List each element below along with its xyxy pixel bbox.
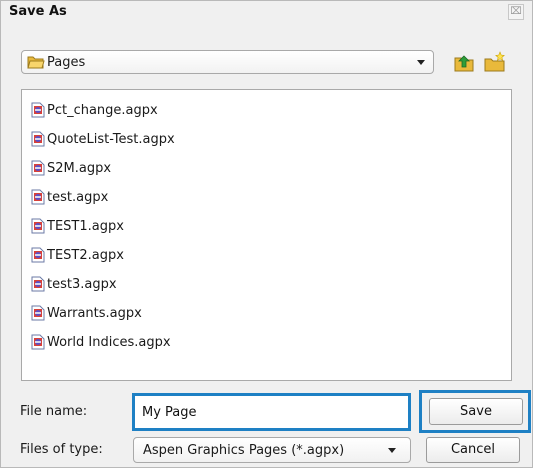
- page-file-icon: [31, 102, 45, 118]
- file-list-item[interactable]: QuoteList-Test.agpx: [31, 129, 175, 149]
- page-file-icon: [31, 160, 45, 176]
- file-list[interactable]: Pct_change.agpx QuoteList-Test.agpx S2M.ag…: [21, 89, 512, 381]
- page-file-icon: [31, 189, 45, 205]
- page-file-icon: [31, 276, 45, 292]
- page-file-icon: [31, 218, 45, 234]
- page-file-icon: [31, 247, 45, 263]
- file-list-item[interactable]: Warrants.agpx: [31, 303, 142, 323]
- title-bar: Save As ⌧: [1, 1, 532, 23]
- page-file-icon: [31, 305, 45, 321]
- file-name-text: TEST2.agpx: [47, 247, 124, 263]
- folder-up-icon[interactable]: [454, 53, 474, 73]
- file-type-selected: Aspen Graphics Pages (*.agpx): [143, 443, 345, 458]
- open-folder-icon: [27, 56, 45, 69]
- location-dropdown[interactable]: Pages: [21, 50, 434, 74]
- file-list-item[interactable]: test.agpx: [31, 187, 108, 207]
- file-name-text: test.agpx: [47, 189, 109, 205]
- chevron-down-icon: [417, 60, 425, 65]
- file-name-text: World Indices.agpx: [47, 334, 171, 350]
- file-name-input[interactable]: [132, 393, 411, 431]
- file-type-label: Files of type:: [20, 442, 103, 457]
- file-name-text: QuoteList-Test.agpx: [47, 131, 175, 147]
- chevron-down-icon: [388, 448, 396, 453]
- save-as-dialog: Save As ⌧ Pages Pct_change.agpx QuoteList…: [0, 0, 533, 468]
- dialog-title: Save As: [9, 4, 67, 19]
- page-file-icon: [31, 334, 45, 350]
- close-button[interactable]: ⌧: [508, 4, 524, 20]
- file-list-item[interactable]: World Indices.agpx: [31, 332, 171, 352]
- new-folder-icon[interactable]: [484, 51, 506, 73]
- file-list-item[interactable]: Pct_change.agpx: [31, 100, 158, 120]
- cancel-button[interactable]: Cancel: [426, 437, 520, 463]
- file-list-item[interactable]: test3.agpx: [31, 274, 117, 294]
- current-folder-label: Pages: [47, 55, 86, 70]
- save-button-focus-frame: Save: [419, 390, 531, 433]
- file-name-label: File name:: [20, 404, 88, 419]
- file-name-text: Pct_change.agpx: [47, 102, 158, 118]
- file-type-dropdown[interactable]: Aspen Graphics Pages (*.agpx): [133, 437, 411, 463]
- file-list-item[interactable]: S2M.agpx: [31, 158, 111, 178]
- file-name-text: Warrants.agpx: [47, 305, 142, 321]
- file-name-text: S2M.agpx: [47, 160, 112, 176]
- save-button[interactable]: Save: [429, 398, 523, 425]
- file-name-text: TEST1.agpx: [47, 218, 124, 234]
- page-file-icon: [31, 131, 45, 147]
- file-list-item[interactable]: TEST2.agpx: [31, 245, 124, 265]
- file-list-item[interactable]: TEST1.agpx: [31, 216, 124, 236]
- file-name-text: test3.agpx: [47, 276, 117, 292]
